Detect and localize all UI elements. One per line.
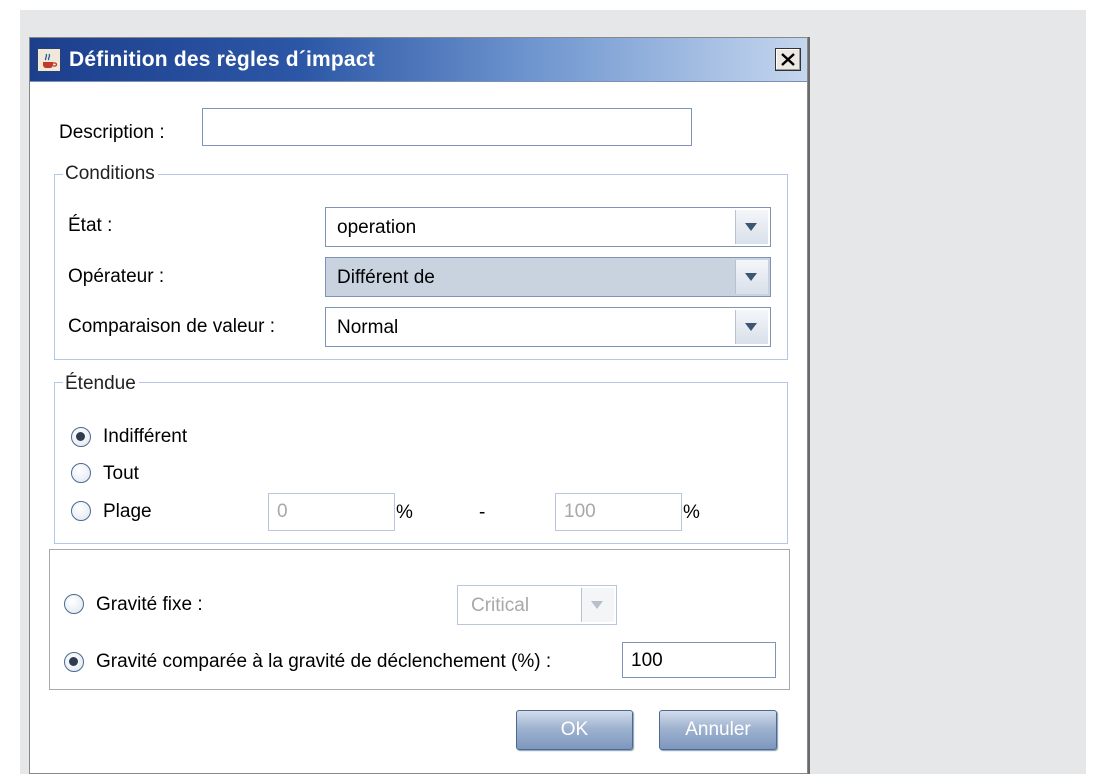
chevron-down-icon (745, 273, 757, 281)
description-label: Description : (59, 122, 165, 143)
title-bar[interactable]: Définition des règles d´impact (30, 38, 807, 82)
comparaison-label: Comparaison de valeur : (68, 316, 275, 337)
indifferent-label: Indifférent (103, 426, 188, 447)
cancel-button[interactable]: Annuler (659, 710, 777, 750)
range-from-input[interactable]: 0 (268, 493, 395, 531)
comparaison-value: Normal (337, 317, 399, 338)
range-to-input[interactable]: 100 (555, 493, 682, 531)
chevron-down-icon (745, 323, 757, 331)
operateur-dropdown[interactable]: Différent de (325, 257, 771, 297)
radio-gravite-comparee[interactable] (64, 652, 84, 672)
chevron-down-icon (745, 223, 757, 231)
radio-indifferent[interactable] (71, 427, 91, 447)
gravite-comparee-label: Gravité comparée à la gravité de déclenc… (96, 651, 552, 672)
etat-dropdown[interactable]: operation (325, 207, 771, 247)
gravite-fixe-dropdown[interactable]: Critical (457, 585, 617, 625)
java-cup-icon (37, 48, 61, 72)
etendue-group-title: Étendue (63, 373, 139, 395)
plage-label: Plage (103, 501, 152, 522)
gravite-fixe-value: Critical (471, 595, 530, 616)
etat-dropdown-button[interactable] (735, 210, 768, 244)
gravite-fixe-dropdown-button[interactable] (581, 588, 614, 622)
etat-label: État : (68, 215, 113, 236)
close-button[interactable] (775, 48, 801, 71)
impact-rules-dialog: Définition des règles d´impact Descripti… (29, 37, 808, 774)
gravite-fixe-label: Gravité fixe : (96, 594, 203, 615)
dialog-title: Définition des règles d´impact (69, 48, 375, 71)
tout-label: Tout (103, 463, 139, 484)
range-from-percent: % (396, 502, 413, 523)
operateur-dropdown-button[interactable] (735, 260, 768, 294)
etat-value: operation (337, 217, 417, 238)
close-icon (781, 53, 795, 66)
radio-plage[interactable] (71, 501, 91, 521)
chevron-down-icon (591, 601, 603, 609)
gravite-comparee-input[interactable]: 100 (622, 642, 776, 678)
range-to-percent: % (683, 502, 700, 523)
comparaison-dropdown[interactable]: Normal (325, 307, 771, 347)
operateur-label: Opérateur : (68, 266, 165, 287)
range-dash: - (479, 502, 486, 523)
description-input[interactable] (202, 108, 692, 146)
conditions-group-title: Conditions (63, 163, 158, 185)
radio-gravite-fixe[interactable] (64, 594, 84, 614)
comparaison-dropdown-button[interactable] (735, 310, 768, 344)
operateur-value: Différent de (337, 267, 435, 288)
radio-tout[interactable] (71, 463, 91, 483)
ok-button[interactable]: OK (516, 710, 633, 750)
